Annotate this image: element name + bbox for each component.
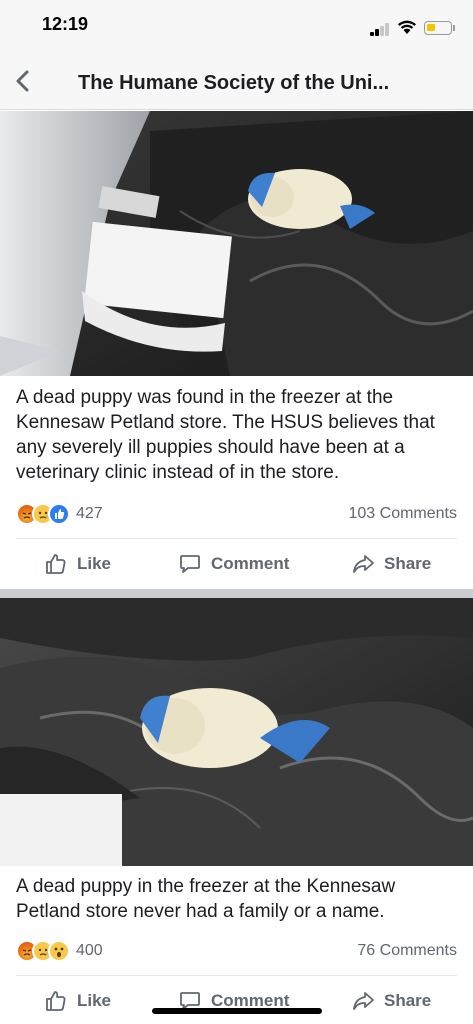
- share-label: Share: [384, 554, 432, 573]
- comment-label: Comment: [211, 554, 290, 573]
- thumbs-up-icon: [46, 554, 66, 574]
- battery-icon: [424, 21, 452, 35]
- chevron-left-icon[interactable]: [12, 68, 34, 94]
- share-icon: [353, 992, 374, 1010]
- share-button[interactable]: Share: [351, 976, 431, 1024]
- comment-button[interactable]: Comment: [178, 976, 289, 1024]
- post-actions: Like Comment Share: [0, 976, 473, 1024]
- reaction-count: 427: [76, 505, 103, 522]
- comment-icon: [180, 555, 200, 573]
- status-time: 12:19: [42, 14, 89, 34]
- reaction-summary[interactable]: 400: [16, 939, 103, 963]
- comment-button[interactable]: Comment: [178, 539, 289, 589]
- wow-reaction-icon: [48, 940, 70, 962]
- like-label: Like: [77, 554, 112, 573]
- reaction-count: 400: [76, 942, 103, 959]
- photo-image: [0, 111, 473, 376]
- post-card: A dead puppy was found in the freezer at…: [0, 111, 473, 589]
- like-button[interactable]: Like: [44, 976, 111, 1024]
- like-reaction-icon: [48, 503, 70, 525]
- post-separator: [0, 589, 473, 598]
- post-text: A dead puppy was found in the freezer at…: [16, 387, 435, 483]
- share-label: Share: [384, 991, 432, 1010]
- navigation-bar: The Humane Society of the Uni...: [0, 52, 473, 110]
- home-indicator[interactable]: [152, 1008, 322, 1014]
- wifi-icon: [398, 20, 416, 34]
- photo-image: [0, 598, 473, 866]
- share-icon: [353, 555, 374, 573]
- comment-count[interactable]: 76 Comments: [357, 942, 457, 960]
- signal-icon: [370, 22, 394, 36]
- post-actions: Like Comment Share: [0, 539, 473, 589]
- comment-count[interactable]: 103 Comments: [349, 505, 458, 523]
- post-card: A dead puppy in the freezer at the Kenne…: [0, 598, 473, 1024]
- post-text: A dead puppy in the freezer at the Kenne…: [16, 876, 396, 922]
- page-title: The Humane Society of the Uni...: [78, 72, 390, 94]
- share-button[interactable]: Share: [351, 539, 431, 589]
- like-button[interactable]: Like: [44, 539, 111, 589]
- thumbs-up-icon: [46, 991, 66, 1011]
- reaction-summary[interactable]: 427: [16, 502, 103, 526]
- like-label: Like: [77, 991, 112, 1010]
- post-photo[interactable]: [0, 111, 473, 376]
- post-photo[interactable]: [0, 598, 473, 866]
- status-bar: 12:19: [0, 0, 473, 52]
